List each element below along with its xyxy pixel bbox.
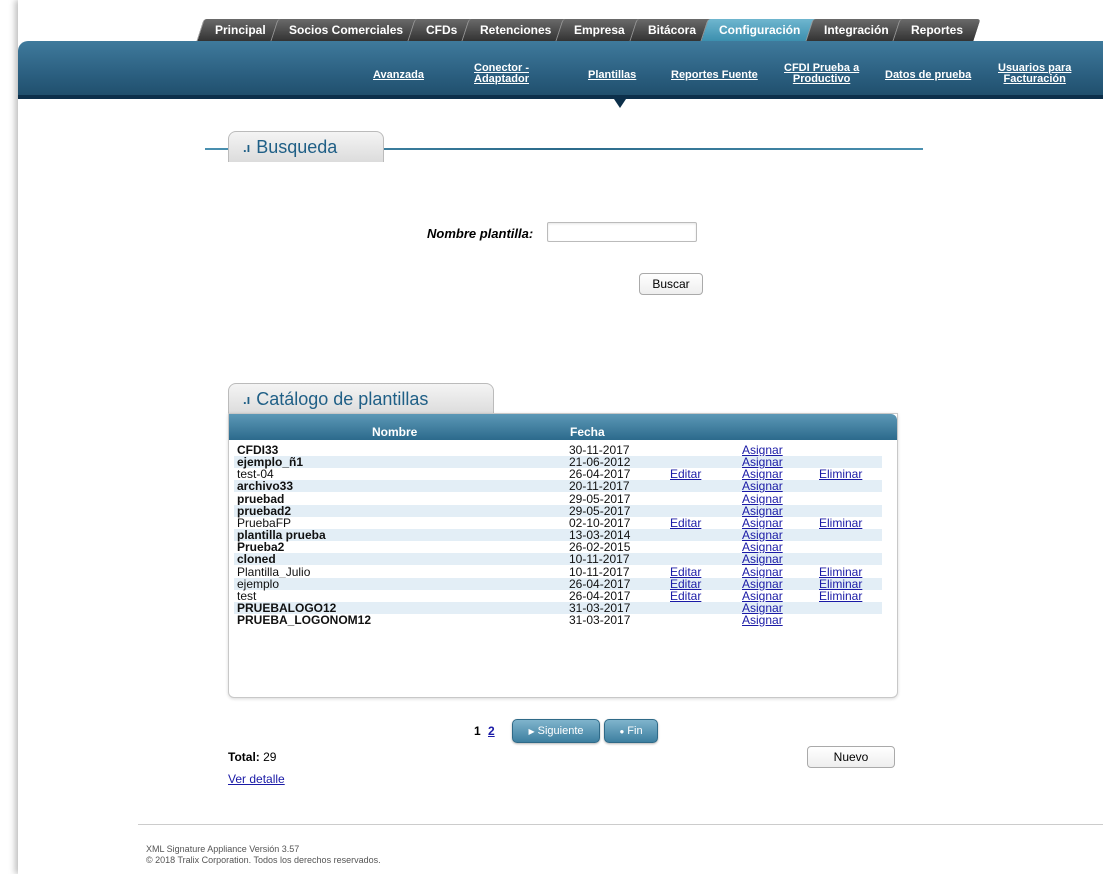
template-date: 10-11-2017	[569, 552, 630, 567]
busqueda-title: Busqueda	[256, 136, 338, 157]
subnav-cfdi-prueba-productivo[interactable]: CFDI Prueba a Productivo	[784, 63, 859, 85]
buscar-button[interactable]: Buscar	[639, 273, 703, 295]
table-row: Prueba2 26-02-2015 Asignar	[234, 541, 882, 553]
eliminar-link[interactable]: Eliminar	[819, 517, 862, 529]
total-label: Total:	[228, 750, 260, 764]
play-icon: ▶	[528, 726, 535, 736]
footer-version: XML Signature Appliance Versión 3.57	[146, 844, 300, 854]
editar-link[interactable]: Editar	[670, 468, 701, 480]
active-subnav-caret	[614, 99, 626, 108]
ver-detalle-link[interactable]: Ver detalle	[228, 772, 285, 786]
table-row: CFDI33 30-11-2017 Asignar	[234, 444, 882, 456]
end-icon: ●	[619, 726, 625, 736]
template-name: archivo33	[237, 479, 294, 494]
catalogo-title: Catálogo de plantillas	[256, 388, 429, 409]
col-nombre: Nombre	[372, 425, 418, 439]
tab-integracion[interactable]: Integración	[804, 19, 906, 41]
catalogo-section-header: .ı Catálogo de plantillas	[228, 383, 494, 414]
template-date: 29-05-2017	[569, 503, 631, 518]
template-name: PRUEBA_LOGONOM12	[237, 613, 372, 628]
tab-socios-comerciales[interactable]: Socios Comerciales	[270, 19, 421, 41]
template-date: 26-04-2017	[569, 576, 631, 591]
asignar-link[interactable]: Asignar	[742, 590, 783, 602]
table-row: ejemplo 26-04-2017 Editar Asignar Eliminar	[234, 576, 882, 591]
sub-navigation-underline	[18, 95, 1103, 99]
template-name: pruebad	[237, 491, 285, 506]
table-row: pruebad2 29-05-2017 Asignar	[234, 503, 882, 518]
page-2-link[interactable]: 2	[488, 724, 495, 738]
tab-configuracion[interactable]: Configuración	[700, 19, 819, 41]
fin-label: Fin	[627, 725, 643, 737]
template-date: 26-04-2017	[569, 588, 631, 603]
siguiente-label: Siguiente	[537, 725, 584, 737]
asignar-link[interactable]: Asignar	[742, 614, 783, 626]
nombre-plantilla-label: Nombre plantilla:	[427, 226, 534, 241]
table-row: pruebad 29-05-2017 Asignar	[234, 493, 882, 505]
asignar-link[interactable]: Asignar	[742, 578, 783, 590]
template-name: test	[237, 588, 257, 603]
table-row: Plantilla_Julio 10-11-2017 Editar Asignar El…	[234, 566, 882, 578]
table-header: Nombre Fecha	[229, 414, 897, 440]
eliminar-link[interactable]: Eliminar	[819, 578, 862, 590]
eliminar-link[interactable]: Eliminar	[819, 468, 862, 480]
subnav-usuarios-facturacion[interactable]: Usuarios para Facturación	[998, 63, 1071, 85]
main-tabs: Principal Socios Comerciales CFDs Retenc…	[196, 19, 981, 41]
subnav-cfdi-line2: Productivo	[792, 73, 851, 85]
editar-link[interactable]: Editar	[670, 566, 701, 578]
eliminar-link[interactable]: Eliminar	[819, 566, 862, 578]
template-date: 10-11-2017	[569, 564, 630, 579]
asignar-link[interactable]: Asignar	[742, 566, 783, 578]
editar-link[interactable]: Editar	[670, 517, 701, 529]
subnav-datos-de-prueba[interactable]: Datos de prueba	[885, 70, 971, 81]
fin-button[interactable]: ● Fin	[604, 719, 658, 743]
template-name: pruebad2	[237, 503, 292, 518]
table-row: cloned 10-11-2017 Asignar	[234, 552, 882, 567]
footer-divider	[138, 824, 1103, 825]
template-name: cloned	[237, 552, 276, 567]
footer-copyright: © 2018 Tralix Corporation. Todos los der…	[146, 855, 381, 865]
table-row: ejemplo_ñ1 21-06-2012 Asignar	[234, 456, 882, 469]
editar-link[interactable]: Editar	[670, 590, 701, 602]
tab-reportes[interactable]: Reportes	[892, 19, 981, 41]
eliminar-link[interactable]: Eliminar	[819, 590, 862, 602]
page-1: 1	[474, 724, 481, 738]
asignar-link[interactable]: Asignar	[742, 493, 783, 505]
total-count: Total: 29	[228, 750, 276, 764]
table-row: test-04 26-04-2017 Editar Asignar Eliminar	[234, 468, 882, 480]
total-value: 29	[263, 750, 277, 764]
table-row: plantilla prueba 13-03-2014 Asignar	[234, 529, 882, 542]
nuevo-button[interactable]: Nuevo	[807, 746, 895, 768]
plantillas-table: Nombre Fecha CFDI33 30-11-2017 Asignar ejem…	[228, 413, 898, 698]
asignar-link[interactable]: Asignar	[742, 505, 783, 517]
template-name: Plantilla_Julio	[237, 564, 311, 579]
template-date: 31-03-2017	[569, 613, 631, 628]
subnav-usuarios-line2: Facturación	[1003, 73, 1066, 85]
asignar-link[interactable]: Asignar	[742, 553, 783, 565]
template-name: ejemplo	[237, 576, 280, 591]
subnav-conector-adaptador[interactable]: Conector - Adaptador	[474, 63, 529, 85]
subnav-reportes-fuente[interactable]: Reportes Fuente	[671, 70, 758, 81]
subnav-plantillas[interactable]: Plantillas	[588, 70, 636, 81]
editar-link[interactable]: Editar	[670, 578, 701, 590]
table-row: test 26-04-2017 Editar Asignar Eliminar	[234, 590, 882, 602]
section-bars-icon: .ı	[243, 139, 251, 155]
table-row: PRUEBA_LOGONOM12 31-03-2017 Asignar	[234, 614, 882, 626]
subnav-avanzada[interactable]: Avanzada	[373, 70, 424, 81]
asignar-link[interactable]: Asignar	[742, 480, 783, 492]
siguiente-button[interactable]: ▶ Siguiente	[512, 719, 600, 743]
table-row: archivo33 20-11-2017 Asignar	[234, 479, 882, 494]
template-date: 29-05-2017	[569, 491, 631, 506]
section-bars-icon: .ı	[243, 391, 251, 407]
col-fecha: Fecha	[570, 425, 605, 439]
tab-retenciones[interactable]: Retenciones	[461, 19, 570, 41]
table-row: PruebaFP 02-10-2017 Editar Asignar Eliminar	[234, 517, 882, 529]
template-date: 20-11-2017	[569, 479, 630, 494]
busqueda-section-header: .ı Busqueda	[228, 131, 384, 162]
nombre-plantilla-input[interactable]	[547, 222, 697, 242]
subnav-conector-line2: Adaptador	[474, 73, 529, 85]
